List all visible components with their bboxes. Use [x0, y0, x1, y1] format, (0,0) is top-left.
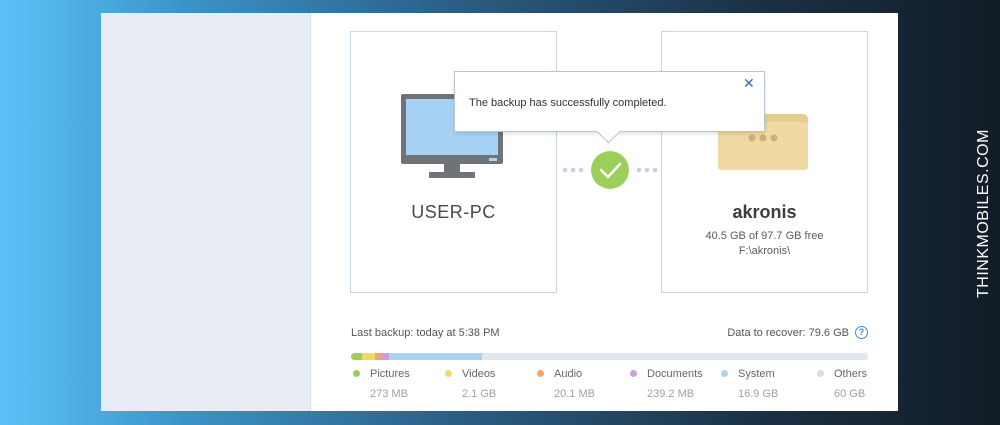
destination-free-space: 40.5 GB of 97.7 GB free — [705, 230, 824, 242]
bar-segment-pictures — [351, 353, 362, 360]
legend-size: 273 MB — [370, 388, 408, 400]
data-composition-bar — [351, 353, 868, 360]
legend-size: 60 GB — [834, 388, 866, 400]
legend-size: 16.9 GB — [738, 388, 779, 400]
success-notification: The backup has successfully completed. ✕ — [454, 71, 765, 132]
videos-color-dot — [445, 370, 452, 377]
bar-segment-videos — [362, 353, 375, 360]
watermark-text: THINKMOBILES.COM — [975, 129, 992, 298]
backup-app-window: USER-PC akronis 40.5 GB of 97.7 GB free … — [101, 13, 898, 411]
legend-label: System — [738, 368, 775, 380]
pictures-color-dot — [353, 370, 360, 377]
legend-label: Pictures — [370, 368, 410, 380]
legend-label: Others — [834, 368, 868, 380]
destination-path: F:\akronis\ — [738, 245, 791, 257]
system-color-dot — [721, 370, 728, 377]
sidebar — [101, 13, 311, 411]
backup-connection — [562, 151, 658, 189]
legend-size: 239.2 MB — [647, 388, 695, 400]
legend-size: 2.1 GB — [462, 388, 497, 400]
close-icon[interactable]: ✕ — [743, 76, 757, 90]
legend-label: Documents — [647, 368, 703, 380]
notification-message: The backup has successfully completed. — [469, 97, 667, 109]
legend-size: 20.1 MB — [554, 388, 595, 400]
bar-segment-system — [389, 353, 482, 360]
others-color-dot — [817, 370, 824, 377]
destination-name: akronis — [732, 202, 797, 222]
legend-label: Audio — [554, 368, 583, 380]
last-backup-status: Last backup: today at 5:38 PM — [351, 327, 500, 339]
legend-label: Videos — [462, 368, 496, 380]
help-icon[interactable]: ? — [855, 326, 868, 339]
audio-color-dot — [537, 370, 544, 377]
bar-segment-documents — [381, 353, 389, 360]
success-check-icon — [591, 151, 629, 189]
data-to-recover: Data to recover: 79.6 GB — [727, 327, 849, 339]
source-name: USER-PC — [411, 202, 496, 222]
documents-color-dot — [630, 370, 637, 377]
